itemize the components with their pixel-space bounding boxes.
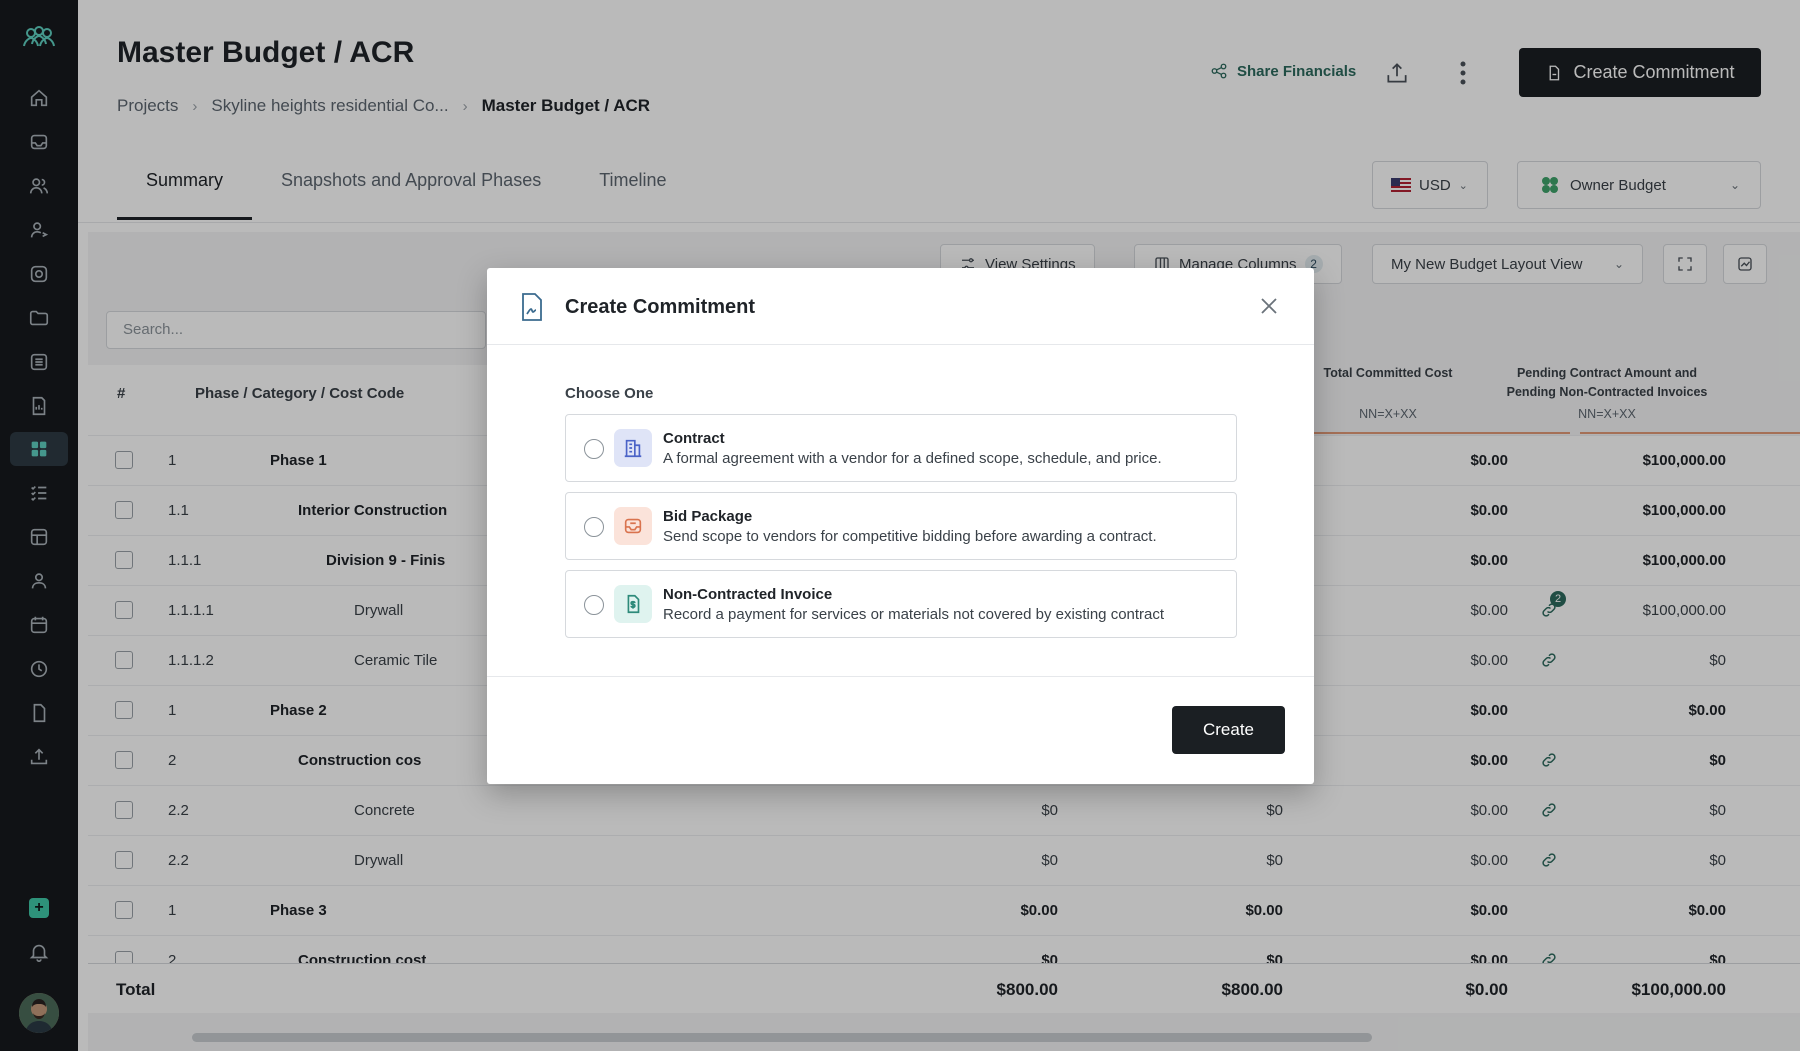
option-contract[interactable]: Contract A formal agreement with a vendo… — [565, 414, 1237, 482]
modal-header: Create Commitment — [487, 268, 1314, 345]
option-contract-title: Contract — [663, 430, 725, 447]
choose-one-label: Choose One — [565, 385, 654, 402]
option-bid-package[interactable]: Bid Package Send scope to vendors for co… — [565, 492, 1237, 560]
document-signature-icon — [522, 293, 542, 321]
create-commitment-modal: Create Commitment Choose One Contract A … — [487, 268, 1314, 784]
option-bid-package-description: Send scope to vendors for competitive bi… — [663, 528, 1157, 545]
option-invoice-title: Non-Contracted Invoice — [663, 586, 833, 603]
option-non-contracted-invoice[interactable]: Non-Contracted Invoice Record a payment … — [565, 570, 1237, 638]
option-contract-radio[interactable] — [584, 439, 604, 459]
option-invoice-description: Record a payment for services or materia… — [663, 606, 1165, 623]
inbox-icon — [614, 507, 652, 545]
option-bid-package-radio[interactable] — [584, 517, 604, 537]
option-contract-description: A formal agreement with a vendor for a d… — [663, 450, 1162, 467]
create-button[interactable]: Create — [1172, 706, 1285, 754]
option-bid-package-title: Bid Package — [663, 508, 753, 525]
invoice-icon — [614, 585, 652, 623]
modal-title: Create Commitment — [565, 296, 756, 318]
option-invoice-radio[interactable] — [584, 595, 604, 615]
modal-footer-divider — [487, 676, 1314, 677]
close-icon[interactable] — [1257, 294, 1281, 318]
building-icon — [614, 429, 652, 467]
